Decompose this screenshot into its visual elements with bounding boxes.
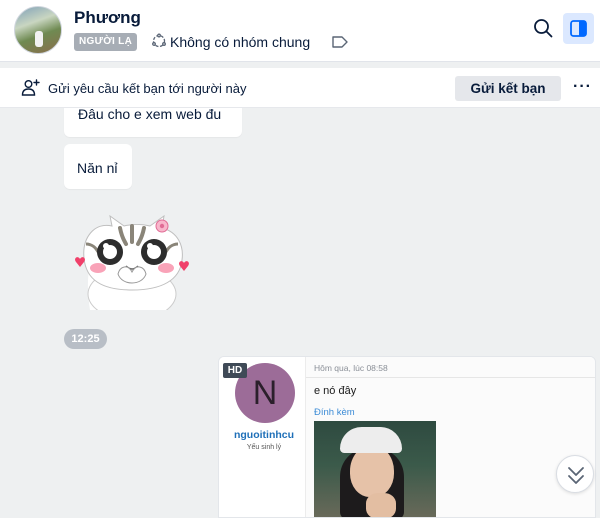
- more-options-button[interactable]: ···: [573, 78, 591, 98]
- photo-hand: [366, 493, 396, 517]
- cat-pleading-sticker[interactable]: [70, 214, 192, 310]
- stranger-badge: NGƯỜI LẠ: [74, 33, 138, 51]
- group-circle-icon: [152, 33, 166, 48]
- card-sender-panel: N HD nguoitinhcu Yếu sinh lý: [219, 357, 305, 517]
- sender-status: Yếu sinh lý: [246, 444, 282, 451]
- friend-request-text: Gửi yêu cầu kết bạn tới người này: [48, 81, 247, 96]
- add-user-icon: [21, 79, 40, 96]
- timestamp-chip: 12:25: [64, 329, 107, 349]
- common-groups-text[interactable]: Không có nhóm chung: [170, 34, 310, 50]
- search-icon[interactable]: [532, 17, 554, 39]
- message-text: Năn nỉ: [77, 160, 118, 176]
- card-message: e nó đây: [314, 385, 357, 397]
- forwarded-message-card[interactable]: N HD nguoitinhcu Yếu sinh lý Hôm qua, lú…: [218, 356, 596, 518]
- message-bubble[interactable]: Năn nỉ: [64, 144, 132, 189]
- photo-cap: [340, 427, 402, 453]
- sender-username: nguoitinhcu: [233, 429, 295, 441]
- toggle-sidebar-button[interactable]: [563, 13, 594, 44]
- attachment-photo[interactable]: [314, 421, 436, 517]
- send-friend-request-button[interactable]: Gửi kết bạn: [455, 76, 561, 101]
- sidebar-panel-icon: [570, 20, 587, 37]
- contact-avatar[interactable]: [14, 6, 62, 54]
- card-timestamp: Hôm qua, lúc 08:58: [314, 363, 388, 373]
- card-content-panel: Hôm qua, lúc 08:58 e nó đây Đính kèm: [305, 357, 595, 517]
- tag-icon[interactable]: [331, 35, 349, 49]
- friend-request-bar: Gửi yêu cầu kết bạn tới người này Gửi kế…: [0, 68, 600, 108]
- attachment-link[interactable]: Đính kèm: [314, 407, 355, 418]
- message-text: Đâu cho e xem web đu: [78, 106, 222, 122]
- chat-header: Phương NGƯỜI LẠ Không có nhóm chung: [0, 0, 600, 62]
- divider: [306, 377, 595, 378]
- double-chevron-down-icon: [568, 467, 584, 484]
- contact-name[interactable]: Phương: [74, 8, 141, 28]
- hd-badge: HD: [223, 363, 247, 378]
- scroll-to-bottom-button[interactable]: [556, 455, 594, 493]
